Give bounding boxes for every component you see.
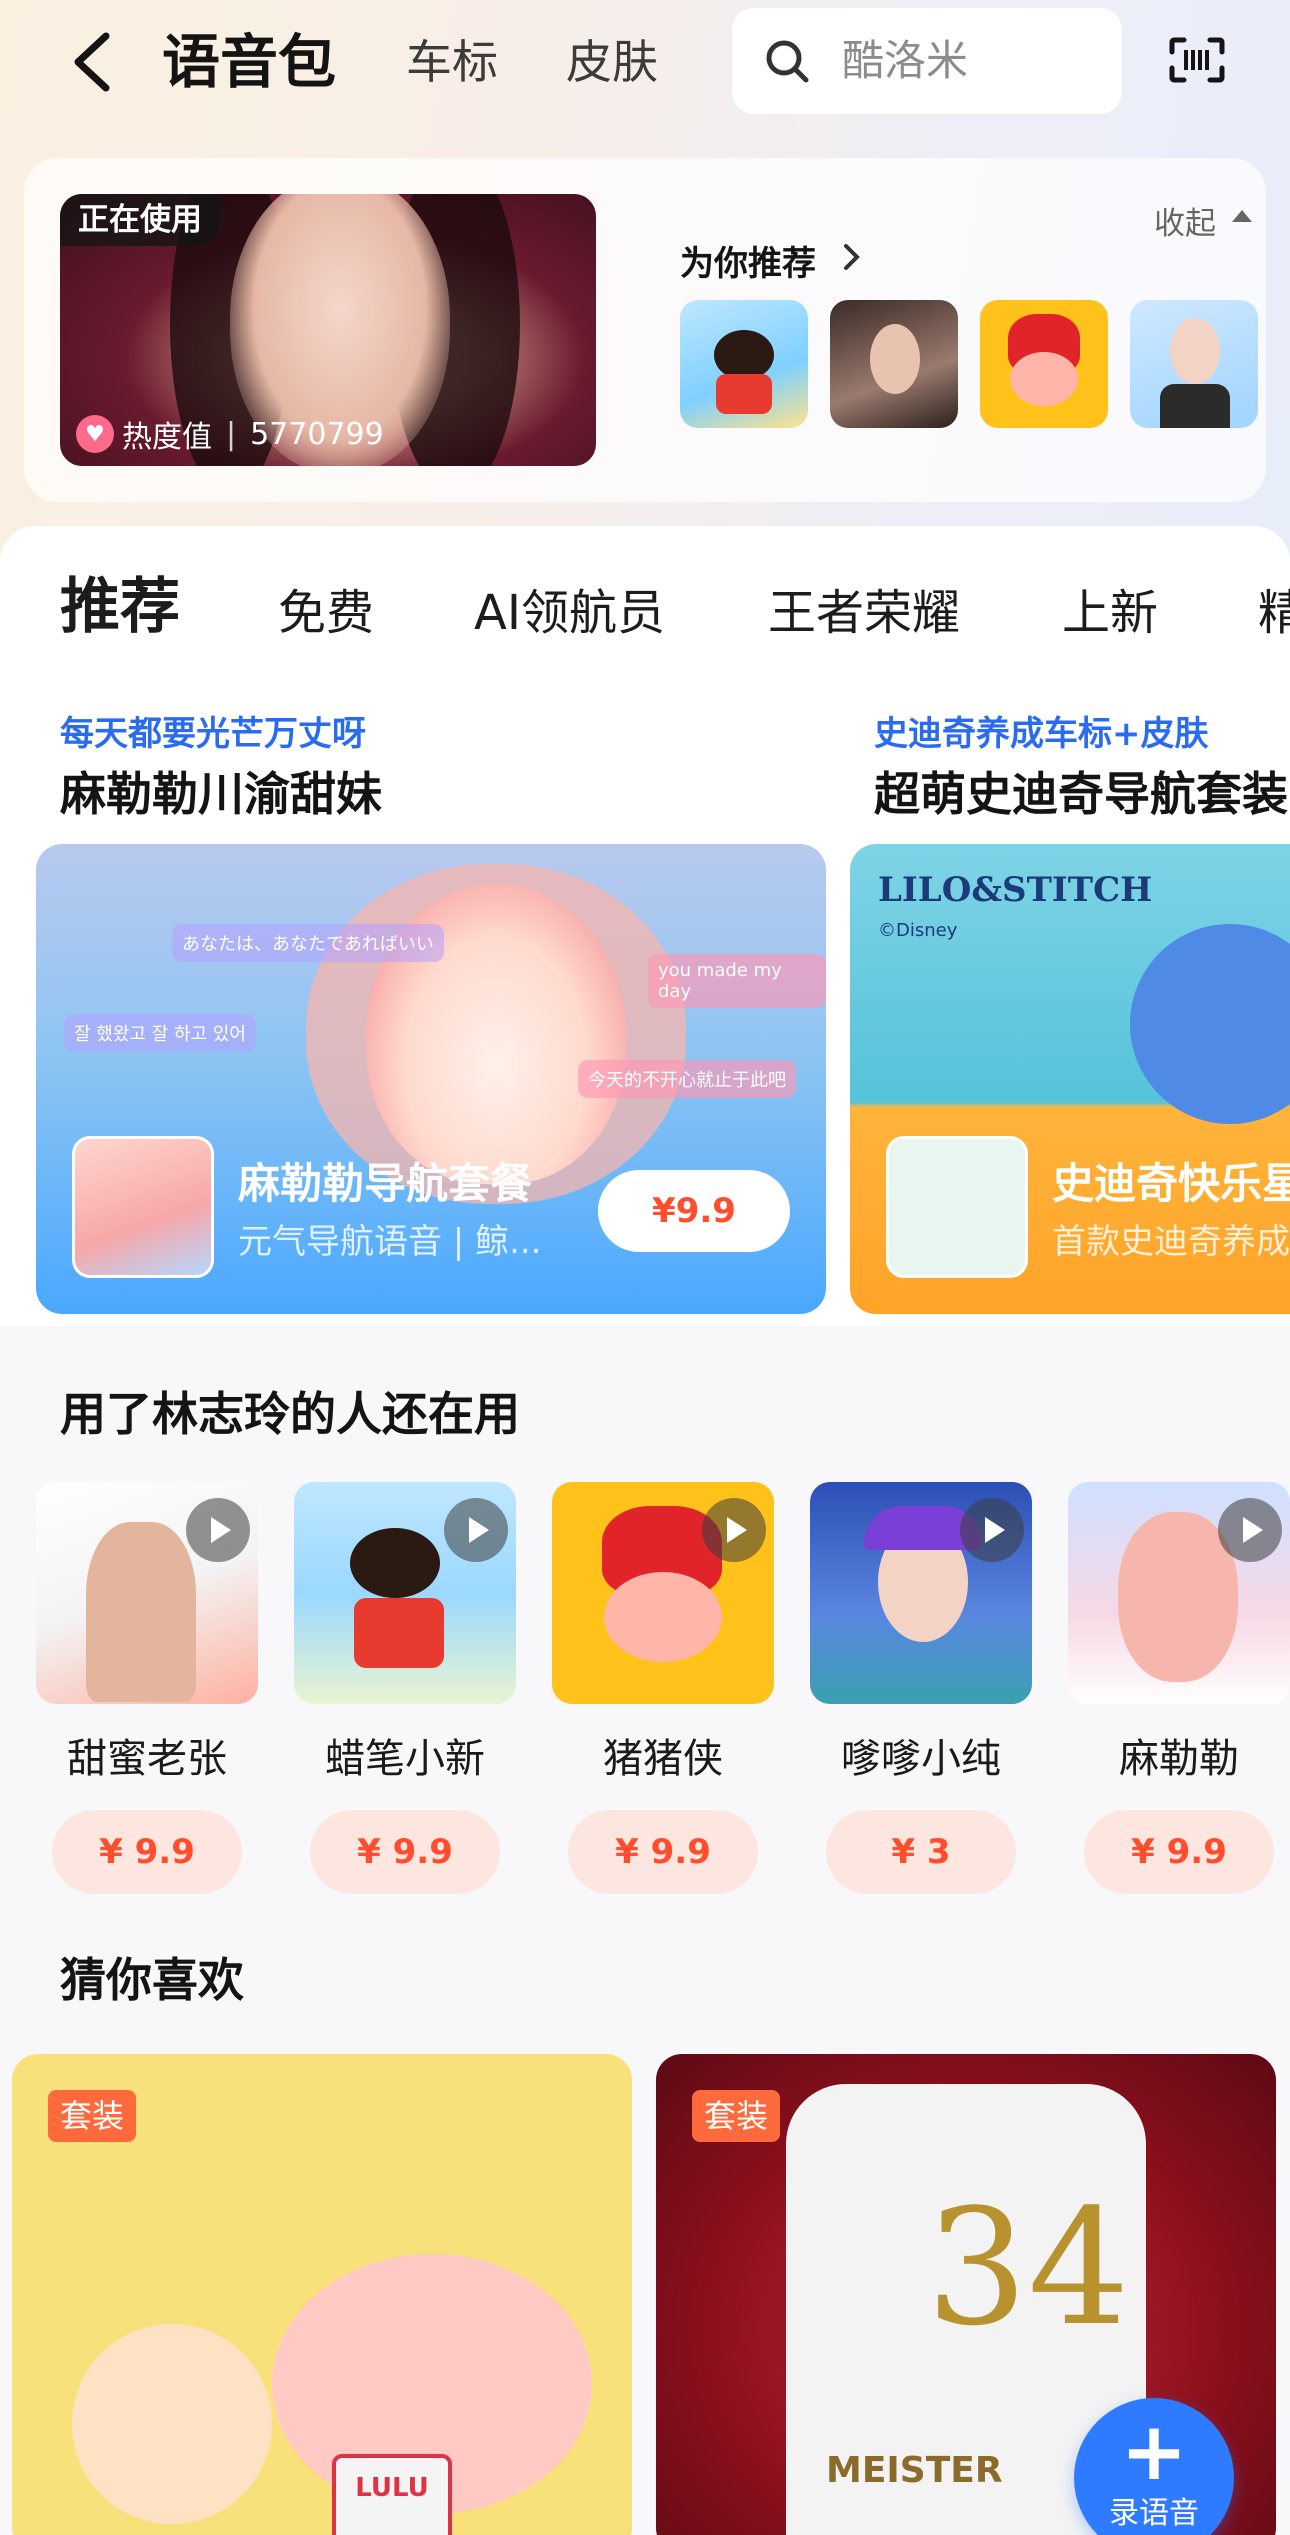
record-voice-label: 录语音 — [1109, 2496, 1199, 2531]
recommend-thumb-2[interactable] — [830, 300, 958, 428]
section-title: 用了林志玲的人还在用 — [60, 1387, 520, 1441]
page-title: 语音包 — [162, 28, 337, 96]
play-icon[interactable] — [186, 1498, 250, 1562]
play-icon[interactable] — [444, 1498, 508, 1562]
scan-icon[interactable] — [1168, 36, 1226, 84]
search-box[interactable] — [732, 8, 1122, 114]
voice-item-name: 嗲嗲小纯 — [841, 1736, 1001, 1782]
thumb-figure — [870, 324, 920, 394]
voice-item-figure-body — [354, 1598, 444, 1668]
speech-bubble: you made my day — [648, 954, 826, 1008]
voice-item[interactable]: 麻勒勒 ¥ 9.9 — [1068, 1482, 1290, 1894]
voice-item-image — [810, 1482, 1032, 1704]
voice-item-price[interactable]: ¥ 9.9 — [52, 1810, 242, 1894]
promo-avatar — [886, 1136, 1028, 1278]
guess-card[interactable]: 套装 LULU — [12, 2054, 632, 2535]
thumb-figure-body — [1160, 384, 1230, 428]
back-arrow-icon[interactable] — [62, 30, 122, 94]
voice-item-image — [552, 1482, 774, 1704]
voice-item-name: 蜡笔小新 — [325, 1736, 485, 1782]
voice-item-price[interactable]: ¥ 9.9 — [310, 1810, 500, 1894]
bundle-tag: 套装 — [48, 2090, 137, 2142]
recommend-thumb-1[interactable] — [680, 300, 808, 428]
play-icon[interactable] — [1218, 1498, 1282, 1562]
thumb-figure — [1010, 352, 1078, 406]
promo-title: 麻勒勒川渝甜妹 — [60, 767, 382, 821]
heart-icon: ♥ — [76, 415, 114, 453]
promo-character — [1130, 924, 1290, 1124]
voice-item-image — [36, 1482, 258, 1704]
header: 语音包 车标 皮肤 — [0, 0, 1290, 130]
cat-character — [72, 2324, 272, 2524]
tab-skin[interactable]: 皮肤 — [566, 30, 658, 94]
speech-bubble: 잘 했왔고 잘 하고 있어 — [64, 1014, 256, 1052]
category-tab-more[interactable]: 精 — [1258, 578, 1290, 648]
recommend-thumb-3[interactable] — [980, 300, 1108, 428]
category-tab-new[interactable]: 上新 — [1062, 578, 1158, 648]
category-tab-ai[interactable]: AI领航员 — [474, 578, 665, 648]
promo-title: 超萌史迪奇导航套装 — [874, 767, 1288, 821]
promo-avatar — [72, 1136, 214, 1278]
plus-icon: + — [1120, 2405, 1188, 2498]
voice-item-name: 麻勒勒 — [1119, 1736, 1239, 1782]
heat-label: 热度值 — [122, 420, 212, 455]
voice-item[interactable]: 嗲嗲小纯 ¥ 3 — [810, 1482, 1032, 1894]
chevron-right-icon[interactable] — [842, 242, 862, 272]
in-use-badge: 正在使用 — [60, 194, 220, 246]
promo-price-button[interactable]: ¥9.9 — [598, 1170, 790, 1252]
promo-logo-sub: ©Disney — [878, 920, 958, 941]
tab-car-logo[interactable]: 车标 — [406, 30, 498, 94]
bundle-tag: 套装 — [692, 2090, 781, 2142]
voice-item[interactable]: 猪猪侠 ¥ 9.9 — [552, 1482, 774, 1894]
heat-separator: | — [226, 416, 237, 452]
voice-item-name: 甜蜜老张 — [67, 1736, 227, 1782]
can-label: LULU — [332, 2454, 452, 2535]
search-input[interactable] — [842, 30, 1092, 90]
play-icon[interactable] — [960, 1498, 1024, 1562]
jersey-text: MEISTER — [826, 2450, 1003, 2491]
search-icon — [766, 40, 809, 83]
promo-card[interactable]: LILO&STITCH ©Disney 史迪奇快乐星 首款史迪奇养成 — [850, 844, 1290, 1314]
promo-card[interactable]: あなたは、あなたであればいい 잘 했왔고 잘 하고 있어 you made my… — [36, 844, 826, 1314]
collapse-arrow-icon[interactable] — [1232, 210, 1252, 222]
jersey-number: 34 — [926, 2174, 1130, 2361]
thumb-figure — [1170, 318, 1220, 384]
promo-subtitle: 史迪奇养成车标+皮肤 — [874, 714, 1209, 754]
section-title: 猜你喜欢 — [60, 1953, 244, 2007]
voice-item-price[interactable]: ¥ 3 — [826, 1810, 1016, 1894]
promo-name: 麻勒勒导航套餐 — [238, 1159, 533, 1208]
thumb-figure — [714, 330, 774, 380]
heat-info: ♥ 热度值 | 5770799 — [76, 412, 384, 456]
recommend-title[interactable]: 为你推荐 — [680, 236, 816, 285]
voice-item[interactable]: 甜蜜老张 ¥ 9.9 — [36, 1482, 258, 1894]
voice-item-image — [294, 1482, 516, 1704]
speech-bubble: 今天的不开心就止于此吧 — [578, 1060, 796, 1098]
record-voice-button[interactable]: + 录语音 — [1074, 2398, 1234, 2535]
speech-bubble: あなたは、あなたであればいい — [172, 924, 444, 962]
category-tab-recommend[interactable]: 推荐 — [60, 572, 180, 642]
voice-item-figure — [604, 1572, 722, 1662]
current-voice-image[interactable]: 正在使用 ♥ 热度值 | 5770799 — [60, 194, 596, 466]
recommend-thumb-4[interactable] — [1130, 300, 1258, 428]
promo-desc: 首款史迪奇养成 — [1052, 1222, 1290, 1262]
voice-item[interactable]: 蜡笔小新 ¥ 9.9 — [294, 1482, 516, 1894]
play-icon[interactable] — [702, 1498, 766, 1562]
thumb-figure-body — [716, 374, 772, 414]
voice-item-name: 猪猪侠 — [603, 1736, 723, 1782]
voice-item-price[interactable]: ¥ 9.9 — [1084, 1810, 1274, 1894]
promo-subtitle: 每天都要光芒万丈呀 — [60, 714, 366, 754]
heat-value: 5770799 — [250, 416, 384, 452]
collapse-button[interactable]: 收起 — [1154, 198, 1216, 243]
promo-logo: LILO&STITCH — [878, 870, 1153, 910]
current-voice-card: 正在使用 ♥ 热度值 | 5770799 为你推荐 收起 — [24, 158, 1266, 502]
category-tab-free[interactable]: 免费 — [278, 578, 374, 648]
promo-desc: 元气导航语音 | 鲸... — [238, 1222, 542, 1262]
voice-item-figure — [86, 1522, 196, 1702]
category-tab-kings[interactable]: 王者荣耀 — [768, 578, 960, 648]
voice-item-figure — [350, 1528, 440, 1598]
promo-name: 史迪奇快乐星 — [1052, 1159, 1290, 1208]
voice-item-price[interactable]: ¥ 9.9 — [568, 1810, 758, 1894]
voice-item-image — [1068, 1482, 1290, 1704]
